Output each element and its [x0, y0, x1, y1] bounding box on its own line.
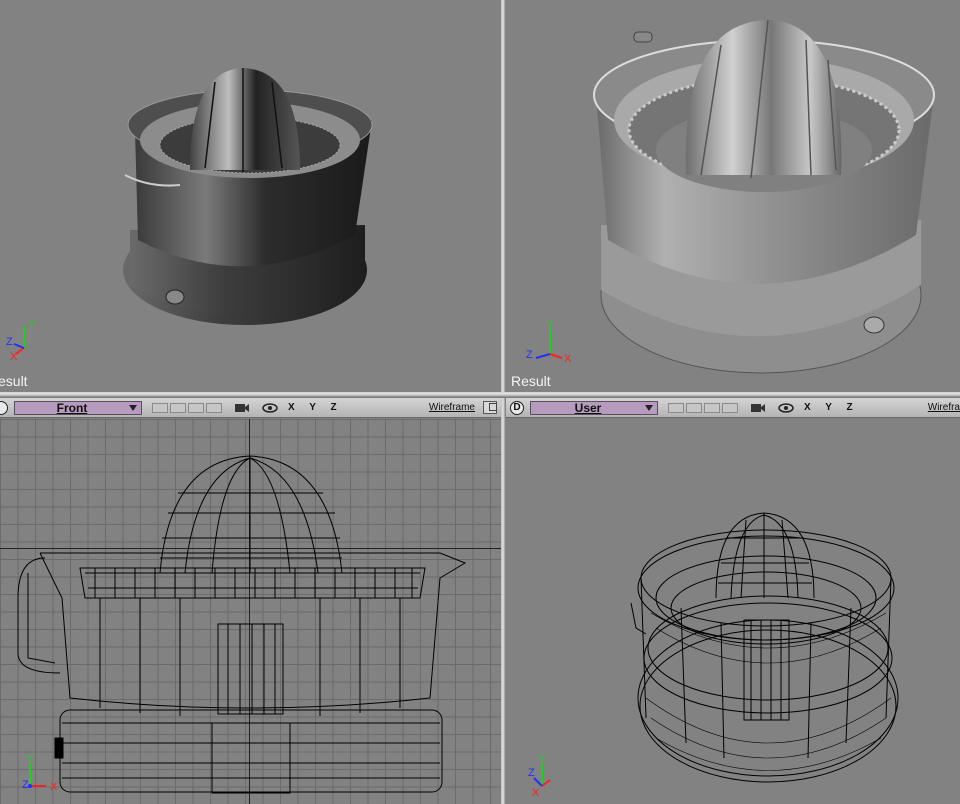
axis-tripod-icon: Y Z X: [2, 318, 62, 368]
svg-text:Y: Y: [546, 319, 554, 331]
svg-text:Y: Y: [26, 753, 34, 765]
juicer-wireframe-user: [630, 512, 899, 783]
axis-tripod-icon: Y Z X: [524, 318, 584, 368]
viewport-label: Result: [511, 373, 551, 389]
viewport-label: esult: [0, 373, 28, 389]
svg-text:Z: Z: [22, 779, 29, 791]
svg-text:X: X: [532, 787, 540, 799]
svg-text:Y: Y: [28, 319, 36, 331]
svg-text:Z: Z: [526, 349, 533, 361]
juicer-wireframe-front: [17, 455, 467, 794]
svg-text:X: X: [564, 353, 572, 365]
viewport-result-left[interactable]: Y Z X esult: [0, 0, 501, 392]
axis-tripod-icon: Y Z X: [520, 750, 580, 800]
svg-text:X: X: [50, 781, 58, 793]
viewport-result-right[interactable]: Y Z X Result: [506, 0, 960, 392]
svg-text:X: X: [10, 351, 18, 363]
viewport-front[interactable]: Front X Y Z Wireframe Y Z X: [0, 398, 501, 804]
svg-text:Y: Y: [538, 753, 546, 765]
svg-text:Z: Z: [6, 336, 13, 348]
svg-text:Z: Z: [528, 767, 535, 779]
viewport-user[interactable]: D User X Y Z Wirefra Y Z X: [506, 398, 960, 804]
axis-tripod-icon: Y Z X: [16, 750, 76, 800]
juicer-render-small: [123, 68, 373, 325]
